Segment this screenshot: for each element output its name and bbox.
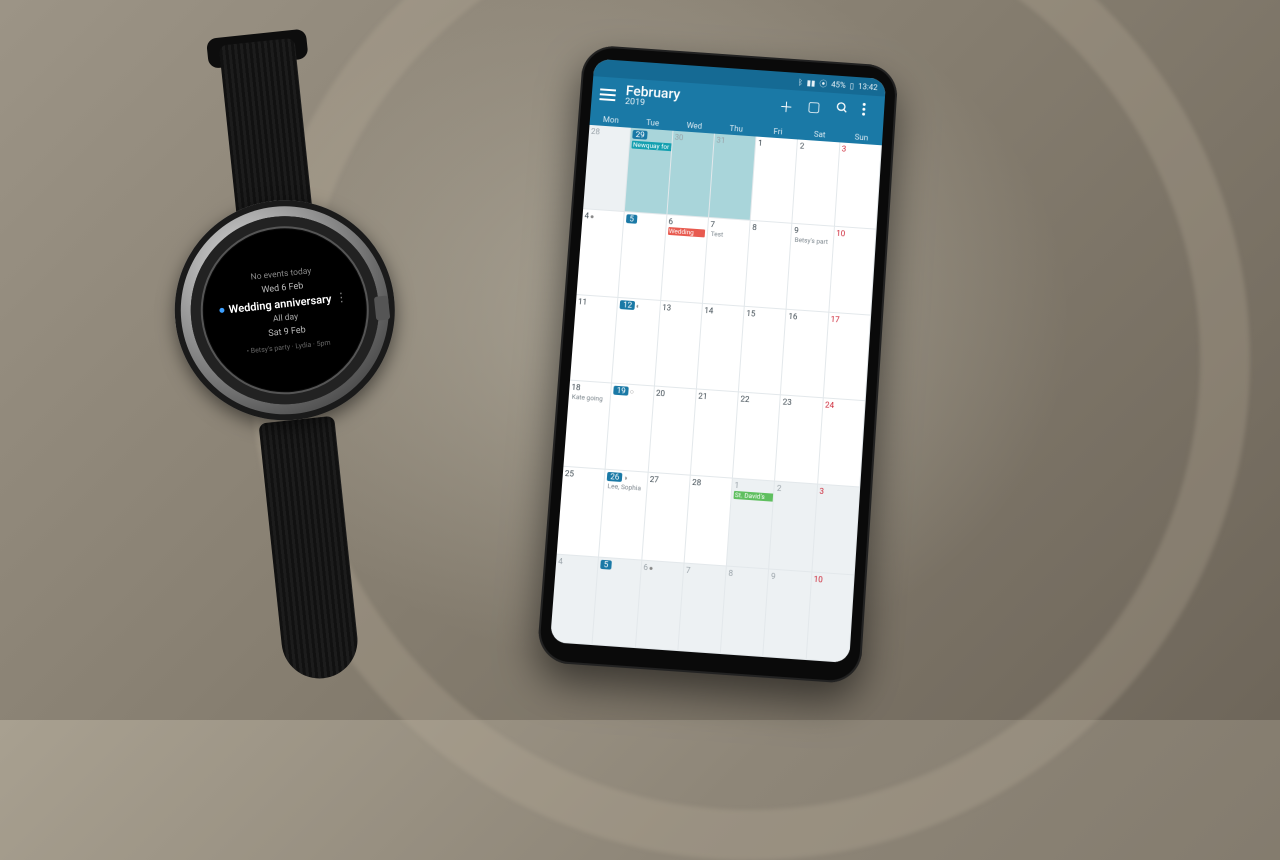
day-cell[interactable]: 17 [823,312,871,401]
battery-text: 45% [831,80,846,90]
day-cell[interactable]: 27 [642,473,691,563]
bt-icon: ᛒ [798,77,803,86]
watch-screen[interactable]: No events today Wed 6 Feb Wedding annive… [196,221,374,399]
dow-sat: Sat [799,129,841,141]
wifi-icon: ⦿ [819,78,828,89]
dow-tue: Tue [631,117,673,129]
day-cell[interactable]: 22 [733,392,781,482]
day-cell[interactable]: 3 [812,485,860,575]
day-cell[interactable]: 11 [570,295,619,384]
overflow-icon[interactable] [862,102,877,122]
day-cell[interactable]: 24 [818,398,866,488]
day-cell[interactable]: 8 [721,566,770,657]
day-cell[interactable]: 10 [806,572,854,663]
add-icon[interactable]: ＋ [779,97,794,117]
today-icon[interactable]: ▢ [806,98,821,118]
day-cell[interactable]: 18Kate going [563,381,612,470]
day-cell[interactable]: 12◐ [612,298,660,387]
watch-bezel[interactable]: No events today Wed 6 Feb Wedding annive… [181,207,388,414]
day-cell[interactable]: 29Newquay for seminar [625,128,673,216]
battery-icon: ▯ [849,81,854,90]
day-cell[interactable]: 2 [770,482,818,572]
day-cell[interactable]: 7Test [703,218,751,306]
day-cell[interactable]: 10 [829,227,876,315]
day-cell[interactable]: 2 [793,139,840,227]
search-icon[interactable] [834,100,849,120]
watch-strap-bottom [258,416,361,683]
day-cell[interactable]: 13 [654,301,702,390]
photo-scene: No events today Wed 6 Feb Wedding annive… [0,0,1280,720]
day-cell[interactable]: 28 [583,125,631,213]
day-cell[interactable]: 15 [739,306,787,395]
dow-wed: Wed [673,120,715,132]
day-cell[interactable]: 21 [691,389,739,479]
day-cell[interactable]: 5 [619,212,667,300]
app-title[interactable]: February 2019 [625,84,771,116]
day-cell[interactable]: 4 [550,554,599,645]
day-cell[interactable]: 9 [764,569,812,660]
day-cell[interactable]: 28 [684,476,733,566]
day-cell[interactable]: 8 [745,221,793,309]
dow-thu: Thu [715,123,757,135]
day-cell[interactable]: 9Betsy's part [787,224,835,312]
day-cell[interactable]: 1St. David's [727,479,775,569]
dow-fri: Fri [757,126,799,138]
watch-event-more-icon[interactable]: ⋮ [335,290,349,305]
day-cell[interactable]: 7 [678,563,727,654]
day-cell[interactable]: 31 [709,134,757,222]
menu-icon[interactable] [599,88,616,101]
dow-sun: Sun [840,132,882,144]
day-cell[interactable]: 16 [781,309,829,398]
day-cell[interactable]: 3 [835,142,882,230]
watch-case: No events today Wed 6 Feb Wedding annive… [164,189,406,431]
phone-screen[interactable]: ᛒ ▮▮ ⦿ 45% ▯ 13:42 February 2019 ＋ ▢ [550,59,886,663]
dow-mon: Mon [590,114,632,126]
signal-icon: ▮▮ [806,78,815,87]
day-cell[interactable]: 25 [557,467,606,557]
watch-crown[interactable] [374,295,390,320]
day-cell[interactable]: 5 [593,557,642,648]
day-cell[interactable]: 26◑Lee, Sophia [599,470,648,560]
day-cell[interactable]: 6● [635,560,684,651]
calendar-grid[interactable]: 2829Newquay for seminar30311234●56Weddin… [550,125,882,663]
day-cell[interactable]: 19○ [606,384,655,473]
day-cell[interactable]: 4● [577,209,625,297]
event-dot-icon [220,307,225,312]
day-cell[interactable]: 6Wedding [661,215,709,303]
day-cell[interactable]: 30 [667,131,715,219]
day-cell[interactable]: 1 [751,137,799,225]
smartphone: ᛒ ▮▮ ⦿ 45% ▯ 13:42 February 2019 ＋ ▢ [536,44,898,684]
day-cell[interactable]: 20 [648,386,697,476]
clock-text: 13:42 [858,82,878,92]
day-cell[interactable]: 23 [775,395,823,485]
day-cell[interactable]: 14 [697,304,745,393]
